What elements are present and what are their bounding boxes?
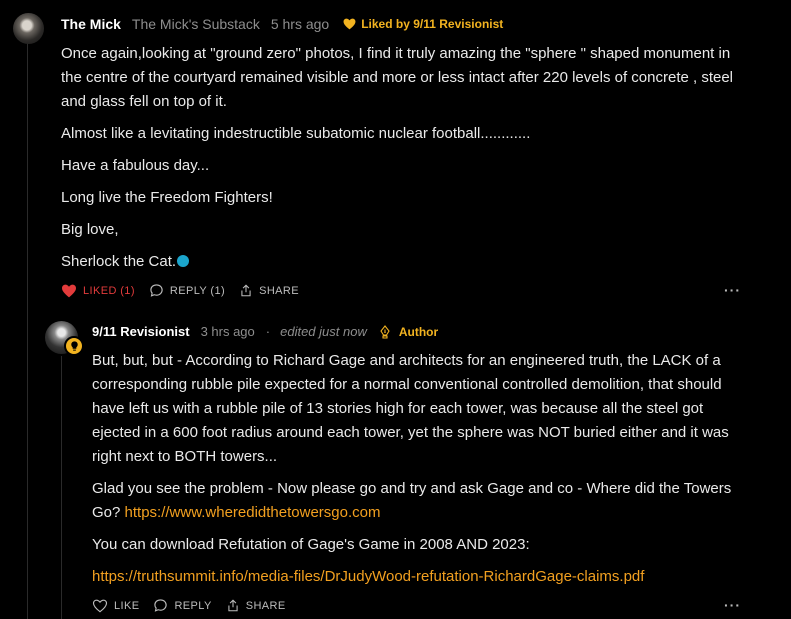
- share-icon: [228, 599, 238, 612]
- share-button[interactable]: SHARE: [226, 598, 286, 613]
- author-role: Author: [398, 324, 439, 339]
- timestamp[interactable]: 5 hrs ago: [271, 16, 329, 32]
- reply-actions: LIKE REPLY SHARE: [92, 598, 300, 613]
- blue-circle-emoji: [177, 255, 190, 267]
- reply-body: But, but, but - According to Richard Gag…: [92, 349, 752, 589]
- comment-paragraph: Almost like a levitating indestructible …: [61, 125, 531, 142]
- comment-paragraph: Big love,: [61, 221, 119, 238]
- author-name[interactable]: 9/11 Revisionist: [92, 324, 190, 339]
- edited-label: edited just now: [280, 324, 367, 339]
- lightbulb-icon: [64, 336, 84, 356]
- heart-icon: [343, 18, 356, 30]
- heart-icon: [92, 599, 108, 612]
- more-icon[interactable]: ···: [724, 282, 741, 298]
- reply-header: 9/11 Revisionist 3 hrs ago · edited just…: [92, 324, 438, 339]
- comment-actions: LIKED (1) REPLY (1) SHARE: [61, 283, 313, 298]
- share-icon: [241, 284, 251, 297]
- timestamp[interactable]: 3 hrs ago: [201, 324, 255, 339]
- pdf-link[interactable]: https://truthsummit.info/media-files/DrJ…: [92, 568, 644, 585]
- publication-name[interactable]: The Mick's Substack: [132, 16, 260, 32]
- reply-thread-line: [61, 356, 62, 619]
- share-label: SHARE: [245, 599, 286, 612]
- reply-button[interactable]: REPLY: [153, 598, 211, 613]
- author-name[interactable]: The Mick: [61, 16, 121, 32]
- reply-paragraph: Glad you see the problem - Now please go…: [92, 477, 752, 525]
- author-badge: Author: [379, 325, 438, 339]
- comment-paragraph-last: Sherlock the Cat.: [61, 250, 751, 274]
- like-button[interactable]: LIKE: [92, 599, 139, 613]
- liked-by-text: Liked by 9/11 Revisionist: [361, 17, 504, 31]
- reply-paragraph: https://truthsummit.info/media-files/DrJ…: [92, 565, 752, 589]
- share-button[interactable]: SHARE: [239, 283, 299, 298]
- liked-by-badge: Liked by 9/11 Revisionist: [343, 17, 503, 31]
- comment-paragraph: Once again,looking at "ground zero" phot…: [61, 45, 734, 110]
- comment-header: The Mick The Mick's Substack 5 hrs ago L…: [61, 16, 503, 32]
- reply-paragraph: But, but, but - According to Richard Gag…: [92, 352, 729, 465]
- avatar[interactable]: [13, 13, 44, 44]
- comment-body: Once again,looking at "ground zero" phot…: [61, 42, 751, 274]
- more-icon[interactable]: ···: [724, 597, 741, 613]
- towers-link[interactable]: https://www.wheredidthetowersgo.com: [125, 504, 381, 521]
- reply-button[interactable]: REPLY (1): [149, 283, 225, 298]
- pen-nib-icon: [380, 324, 390, 339]
- heart-icon: [62, 284, 76, 297]
- comment-paragraph: Long live the Freedom Fighters!: [61, 189, 273, 206]
- comment-icon: [150, 284, 163, 297]
- separator-dot: ·: [265, 324, 271, 339]
- comment-icon: [154, 599, 168, 612]
- comment-paragraph: Have a fabulous day...: [61, 157, 210, 174]
- reply-label: REPLY (1): [169, 284, 226, 297]
- reply-label: REPLY: [174, 599, 212, 612]
- reply-paragraph: You can download Refutation of Gage's Ga…: [92, 536, 530, 553]
- like-label: LIKE: [114, 599, 140, 612]
- like-button[interactable]: LIKED (1): [61, 284, 135, 298]
- like-label: LIKED (1): [83, 284, 135, 297]
- share-label: SHARE: [259, 284, 299, 297]
- thread-line: [27, 40, 28, 619]
- signature-text: Sherlock the Cat.: [61, 253, 177, 270]
